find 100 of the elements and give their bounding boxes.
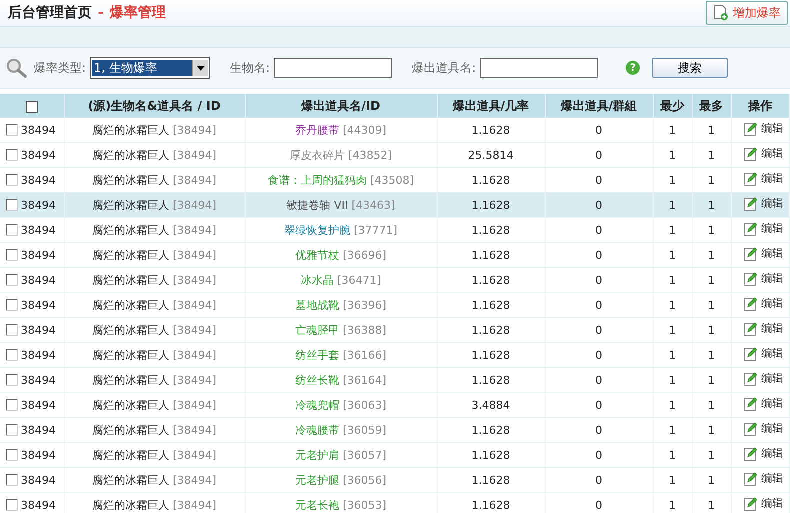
max-cell: 1 bbox=[708, 298, 715, 312]
edit-link[interactable]: 编辑 bbox=[744, 146, 784, 162]
edit-icon bbox=[744, 246, 758, 261]
item-id: [36056] bbox=[342, 474, 387, 486]
table-row[interactable]: 38494 腐烂的冰霜巨人 [38494] 冷魂腰带 [36059] 1.1628 0 1 1 编辑 bbox=[0, 418, 790, 442]
table-row[interactable]: 38494 腐烂的冰霜巨人 [38494] 纺丝长靴 [36164] 1.1628 0 1 1 编辑 bbox=[0, 368, 790, 392]
edit-link[interactable]: 编辑 bbox=[744, 396, 784, 412]
source-id: [38494] bbox=[172, 198, 217, 212]
row-checkbox[interactable] bbox=[6, 374, 18, 386]
max-cell: 1 bbox=[708, 124, 715, 136]
edit-link[interactable]: 编辑 bbox=[744, 446, 784, 462]
source-name: 腐烂的冰霜巨人 bbox=[92, 474, 170, 486]
rate-cell: 1.1628 bbox=[472, 448, 510, 462]
edit-link[interactable]: 编辑 bbox=[744, 246, 784, 262]
group-cell: 0 bbox=[596, 298, 602, 312]
table-row[interactable]: 38494 腐烂的冰霜巨人 [38494] 乔丹腰带 [44309] 1.1628 0 1 1 编辑 bbox=[0, 118, 790, 142]
item-name-field[interactable] bbox=[480, 58, 598, 78]
row-checkbox[interactable] bbox=[6, 174, 18, 186]
table-row[interactable]: 38494 腐烂的冰霜巨人 [38494] 纺丝手套 [36166] 1.1628 0 1 1 编辑 bbox=[0, 342, 790, 368]
edit-link[interactable]: 编辑 bbox=[744, 296, 784, 312]
table-row[interactable]: 38494 腐烂的冰霜巨人 [38494] 冷魂兜帽 [36063] 3.4884 0 1 1 编辑 bbox=[0, 392, 790, 418]
row-checkbox[interactable] bbox=[6, 349, 18, 362]
item-name: 冰水晶 bbox=[300, 274, 334, 286]
max-cell: 1 bbox=[708, 198, 715, 212]
row-checkbox[interactable] bbox=[6, 274, 18, 286]
source-name: 腐烂的冰霜巨人 bbox=[92, 424, 170, 436]
group-cell: 0 bbox=[596, 398, 602, 412]
min-cell: 1 bbox=[669, 174, 676, 186]
table-row[interactable]: 38494 腐烂的冰霜巨人 [38494] 冰水晶 [36471] 1.1628 0 1 1 编辑 bbox=[0, 268, 790, 292]
table-row[interactable]: 38494 腐烂的冰霜巨人 [38494] 厚皮衣碎片 [43852] 25.5814 0 1 1 编辑 bbox=[0, 142, 790, 168]
group-cell: 0 bbox=[596, 148, 602, 162]
row-checkbox[interactable] bbox=[6, 199, 18, 212]
row-checkbox[interactable] bbox=[6, 299, 18, 312]
source-name: 腐烂的冰霜巨人 bbox=[92, 348, 170, 362]
min-cell: 1 bbox=[669, 448, 676, 462]
item-name: 纺丝长靴 bbox=[295, 374, 340, 386]
item-name: 冷魂腰带 bbox=[295, 424, 340, 436]
min-cell: 1 bbox=[669, 498, 676, 512]
source-name: 腐烂的冰霜巨人 bbox=[92, 498, 170, 512]
table-row[interactable]: 38494 腐烂的冰霜巨人 [38494] 元老长袍 [36053] 1.1628 0 1 1 编辑 bbox=[0, 492, 790, 513]
edit-link[interactable]: 编辑 bbox=[744, 271, 784, 286]
item-name: 元老护肩 bbox=[295, 448, 340, 462]
edit-link[interactable]: 编辑 bbox=[744, 121, 784, 136]
min-cell: 1 bbox=[669, 224, 676, 236]
edit-icon bbox=[744, 396, 758, 411]
edit-link[interactable]: 编辑 bbox=[744, 371, 784, 386]
table-row[interactable]: 38494 腐烂的冰霜巨人 [38494] 亡魂胫甲 [36388] 1.1628 0 1 1 编辑 bbox=[0, 318, 790, 342]
source-id: [38494] bbox=[172, 324, 217, 336]
row-checkbox[interactable] bbox=[6, 249, 18, 262]
select-all-checkbox[interactable] bbox=[26, 100, 38, 113]
row-checkbox[interactable] bbox=[6, 474, 18, 486]
edit-link[interactable]: 编辑 bbox=[744, 321, 784, 336]
rate-cell: 1.1628 bbox=[472, 474, 510, 486]
row-checkbox[interactable] bbox=[6, 499, 18, 512]
table-row[interactable]: 38494 腐烂的冰霜巨人 [38494] 元老护肩 [36057] 1.1628 0 1 1 编辑 bbox=[0, 442, 790, 468]
row-checkbox[interactable] bbox=[6, 399, 18, 412]
edit-link[interactable]: 编辑 bbox=[744, 221, 784, 236]
table-row[interactable]: 38494 腐烂的冰霜巨人 [38494] 墓地战靴 [36396] 1.1628 0 1 1 编辑 bbox=[0, 292, 790, 318]
edit-link[interactable]: 编辑 bbox=[744, 496, 784, 512]
item-id: [36059] bbox=[342, 424, 387, 436]
table-row[interactable]: 38494 腐烂的冰霜巨人 [38494] 元老护腿 [36056] 1.1628 0 1 1 编辑 bbox=[0, 468, 790, 492]
min-cell: 1 bbox=[669, 324, 676, 336]
item-id: [36063] bbox=[342, 398, 387, 412]
source-name: 腐烂的冰霜巨人 bbox=[92, 174, 170, 186]
edit-icon bbox=[744, 272, 758, 286]
edit-icon bbox=[744, 222, 758, 236]
search-button[interactable]: 搜索 bbox=[652, 58, 728, 78]
table-row[interactable]: 38494 腐烂的冰霜巨人 [38494] 优雅节杖 [36696] 1.1628 0 1 1 编辑 bbox=[0, 242, 790, 268]
source-id: [38494] bbox=[172, 174, 217, 186]
source-id: [38494] bbox=[172, 348, 217, 362]
id-cell: 38494 bbox=[21, 348, 56, 362]
source-name: 腐烂的冰霜巨人 bbox=[92, 274, 170, 286]
max-cell: 1 bbox=[708, 348, 715, 362]
edit-link[interactable]: 编辑 bbox=[744, 346, 784, 362]
table-row[interactable]: 38494 腐烂的冰霜巨人 [38494] 敏捷卷轴 VII [43463] 1.1628 0 1 1 编辑 bbox=[0, 192, 790, 218]
table-row[interactable]: 38494 腐烂的冰霜巨人 [38494] 翠绿恢复护腕 [37771] 1.1628 0 1 1 编辑 bbox=[0, 218, 790, 242]
group-cell: 0 bbox=[596, 274, 602, 286]
id-cell: 38494 bbox=[21, 374, 56, 387]
add-rate-button[interactable]: 增加爆率 bbox=[706, 1, 788, 25]
source-name: 腐烂的冰霜巨人 bbox=[92, 148, 170, 162]
row-checkbox[interactable] bbox=[6, 224, 18, 236]
item-name-label: 爆出道具名: bbox=[412, 60, 476, 76]
id-cell: 38494 bbox=[21, 124, 56, 137]
rate-cell: 3.4884 bbox=[472, 398, 510, 412]
row-checkbox[interactable] bbox=[6, 424, 18, 436]
item-name: 优雅节杖 bbox=[295, 248, 340, 262]
row-checkbox[interactable] bbox=[6, 449, 18, 462]
row-checkbox[interactable] bbox=[6, 324, 18, 336]
creature-name-field[interactable] bbox=[274, 58, 392, 78]
rate-type-dropdown[interactable]: 1, 生物爆率 bbox=[90, 57, 210, 79]
row-checkbox[interactable] bbox=[6, 149, 18, 162]
source-id: [38494] bbox=[172, 274, 217, 286]
edit-link[interactable]: 编辑 bbox=[744, 421, 784, 436]
rate-cell: 1.1628 bbox=[472, 324, 510, 336]
item-name: 敏捷卷轴 VII bbox=[286, 198, 348, 212]
row-checkbox[interactable] bbox=[6, 124, 18, 136]
edit-link[interactable]: 编辑 bbox=[744, 171, 784, 186]
column-header: 爆出道具/几率 bbox=[452, 98, 530, 112]
edit-link[interactable]: 编辑 bbox=[744, 471, 784, 486]
source-name: 腐烂的冰霜巨人 bbox=[92, 298, 170, 312]
